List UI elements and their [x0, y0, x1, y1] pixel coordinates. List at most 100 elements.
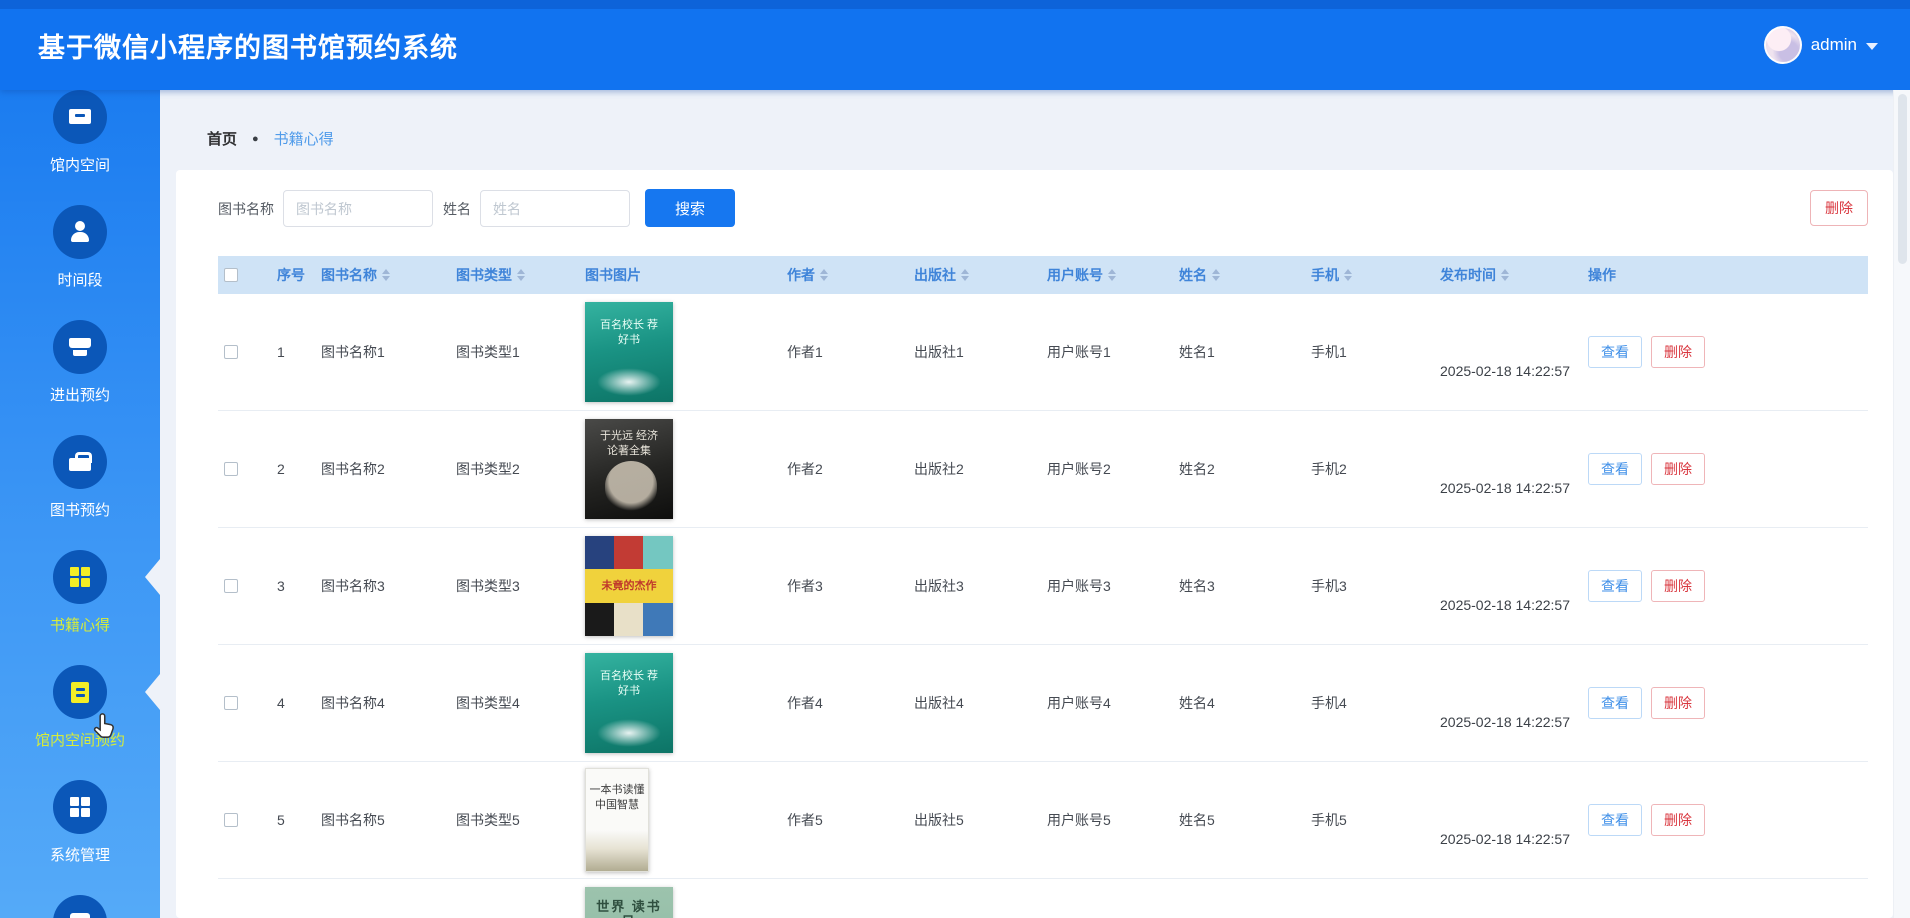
header-select-cell: [218, 268, 265, 282]
view-button[interactable]: 查看: [1588, 570, 1642, 602]
column-label: 出版社: [914, 267, 956, 283]
sidebar-item[interactable]: 图书预约: [0, 435, 160, 550]
column-label: 手机: [1311, 267, 1339, 283]
user-menu[interactable]: admin: [1763, 0, 1878, 90]
view-button[interactable]: 查看: [1588, 687, 1642, 719]
row-select-cell: [218, 813, 265, 827]
sidebar-nav: 馆内空间 时间段 进出预约 图书预约 书籍心得 馆内空间预约 系统管理: [0, 90, 160, 918]
row-publish-time: 2025-02-18 14:22:57: [1440, 831, 1570, 847]
row-checkbox[interactable]: [224, 345, 238, 359]
view-button[interactable]: 查看: [1588, 453, 1642, 485]
row-select-cell: [218, 696, 265, 710]
breadcrumb-home[interactable]: 首页: [207, 128, 237, 149]
table-row: 2 图书名称2 图书类型2 于光远 经济论著全集 作者2 出版社2 用户账号2 …: [218, 411, 1868, 528]
column-header-person[interactable]: 姓名: [1170, 265, 1300, 285]
sidebar-item-label: 进出预约: [49, 387, 110, 404]
delete-button[interactable]: 删除: [1651, 453, 1705, 485]
row-cover-cell: 世界 读书日: [575, 887, 775, 918]
row-cover-cell: 未竟的杰作: [575, 536, 775, 636]
book-cover-image: 未竟的杰作: [585, 536, 673, 636]
row-cover-cell: 于光远 经济论著全集: [575, 419, 775, 519]
row-account: 用户账号3: [1047, 578, 1111, 594]
row-person-name: 姓名4: [1179, 695, 1215, 711]
book-cover-text: 百名校长 荐好书: [599, 319, 659, 346]
row-checkbox[interactable]: [224, 579, 238, 593]
column-label: 图书类型: [456, 267, 512, 283]
book-name-input[interactable]: [283, 190, 433, 227]
sort-carets-icon[interactable]: [961, 269, 969, 281]
row-book-name: 图书名称1: [321, 344, 385, 360]
sort-carets-icon[interactable]: [1344, 269, 1352, 281]
sort-carets-icon[interactable]: [820, 269, 828, 281]
active-item-notch: [145, 674, 160, 710]
row-publish-time: 2025-02-18 14:22:57: [1440, 480, 1570, 496]
delete-button[interactable]: 删除: [1651, 570, 1705, 602]
column-header-phone[interactable]: 手机: [1300, 265, 1430, 285]
sort-carets-icon[interactable]: [1501, 269, 1509, 281]
sort-carets-icon[interactable]: [382, 269, 390, 281]
row-book-type: 图书类型3: [456, 578, 520, 594]
scrollbar-thumb[interactable]: [1897, 94, 1907, 264]
row-checkbox[interactable]: [224, 462, 238, 476]
column-header-press[interactable]: 出版社: [905, 265, 1035, 285]
sort-carets-icon[interactable]: [517, 269, 525, 281]
row-author: 作者1: [787, 344, 823, 360]
row-book-type: 图书类型5: [456, 812, 520, 828]
person-name-label: 姓名: [443, 201, 471, 217]
row-book-name: 图书名称2: [321, 461, 385, 477]
breadcrumb-current[interactable]: 书籍心得: [274, 128, 334, 149]
content-panel: 图书名称 姓名 搜索 删除 序号 图书名称 图书类型: [176, 170, 1893, 918]
view-button[interactable]: 查看: [1588, 336, 1642, 368]
column-header-time[interactable]: 发布时间: [1430, 265, 1576, 285]
row-checkbox[interactable]: [224, 696, 238, 710]
row-book-name: 图书名称5: [321, 812, 385, 828]
sidebar-item[interactable]: 系统管理: [0, 780, 160, 895]
search-button[interactable]: 搜索: [645, 189, 735, 227]
row-press: 出版社5: [914, 812, 964, 828]
delete-button[interactable]: 删除: [1651, 804, 1705, 836]
row-actions-cell: 查看 删除: [1576, 687, 1868, 719]
sidebar-icon-circle: [53, 320, 107, 374]
sort-carets-icon[interactable]: [1212, 269, 1220, 281]
sidebar-item[interactable]: [0, 895, 160, 918]
bulk-delete-button[interactable]: 删除: [1810, 190, 1868, 226]
filter-bar: 图书名称 姓名 搜索 删除: [218, 170, 1868, 227]
person-name-input[interactable]: [480, 190, 630, 227]
view-button[interactable]: 查看: [1588, 804, 1642, 836]
row-book-name: 图书名称3: [321, 578, 385, 594]
column-label: 用户账号: [1047, 267, 1103, 283]
select-all-checkbox[interactable]: [224, 268, 238, 282]
delete-button[interactable]: 删除: [1651, 336, 1705, 368]
row-checkbox[interactable]: [224, 813, 238, 827]
column-label: 作者: [787, 267, 815, 283]
row-author: 作者5: [787, 812, 823, 828]
column-header-seq: 序号: [265, 265, 310, 285]
row-book-type: 图书类型2: [456, 461, 520, 477]
sidebar-item[interactable]: 馆内空间预约: [0, 665, 160, 780]
grid-icon: [68, 566, 92, 588]
row-cover-cell: 一本书读懂 中国智慧: [575, 768, 775, 872]
row-author: 作者4: [787, 695, 823, 711]
row-book-type: 图书类型4: [456, 695, 520, 711]
delete-button[interactable]: 删除: [1651, 687, 1705, 719]
table-header-row: 序号 图书名称 图书类型 图书图片 作者 出版社 用户账号 姓名 手机 发布时间…: [218, 256, 1868, 294]
sidebar-item[interactable]: 进出预约: [0, 320, 160, 435]
sidebar-item-label: 书籍心得: [49, 617, 110, 634]
row-actions-cell: 查看 删除: [1576, 804, 1868, 836]
sort-carets-icon[interactable]: [1108, 269, 1116, 281]
archive-icon: [68, 106, 92, 128]
column-header-type[interactable]: 图书类型: [445, 265, 575, 285]
sidebar-item[interactable]: 书籍心得: [0, 550, 160, 665]
user-avatar[interactable]: [1763, 26, 1802, 64]
sidebar-icon-circle: [53, 205, 107, 259]
table-row: 1 图书名称1 图书类型1 百名校长 荐好书 作者1 出版社1 用户账号1 姓名…: [218, 294, 1868, 411]
sidebar-item[interactable]: 馆内空间: [0, 90, 160, 205]
column-header-name[interactable]: 图书名称: [310, 265, 445, 285]
card-icon: [68, 911, 92, 918]
sidebar-item-label: 图书预约: [49, 502, 110, 519]
column-header-account[interactable]: 用户账号: [1035, 265, 1170, 285]
column-header-author[interactable]: 作者: [775, 265, 905, 285]
vertical-scrollbar[interactable]: [1893, 90, 1910, 918]
sidebar-item[interactable]: 时间段: [0, 205, 160, 320]
sidebar-icon-circle: [53, 90, 107, 144]
